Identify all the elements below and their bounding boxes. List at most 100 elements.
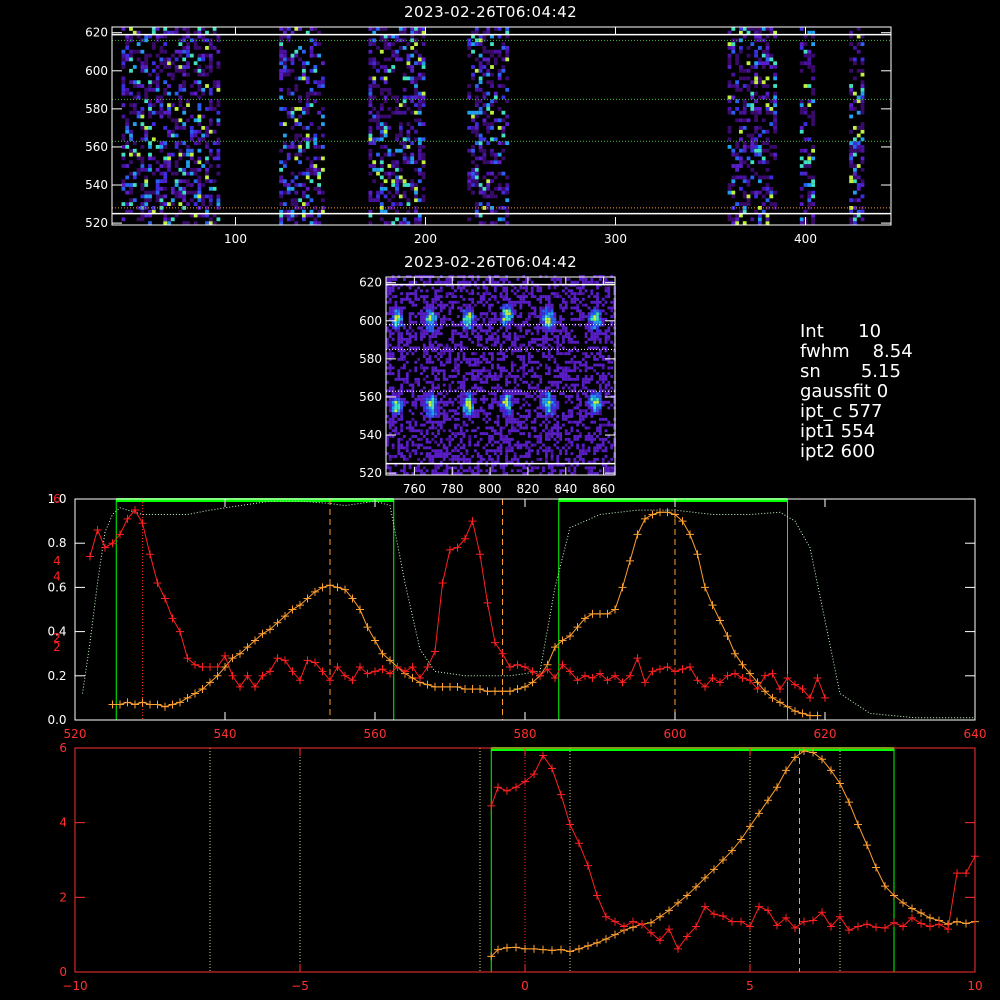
heatmap-cell [497, 107, 502, 111]
heatmap-cell [758, 175, 762, 180]
heatmap-cell [405, 377, 409, 381]
heatmap-cell [493, 320, 497, 324]
heatmap-cell [391, 420, 395, 424]
data-point [528, 667, 537, 676]
heatmap-cell [448, 466, 452, 470]
heatmap-cell [140, 84, 145, 88]
heatmap-cell [556, 329, 560, 333]
heatmap-cell [468, 466, 472, 470]
heatmap-cell [853, 141, 857, 145]
heatmap-cell [163, 65, 168, 69]
heatmap-cell [508, 392, 511, 396]
heatmap-cell [405, 449, 409, 453]
heatmap-cell [431, 426, 435, 430]
heatmap-cell [403, 466, 406, 470]
heatmap-cell [536, 415, 540, 418]
heatmap-cell [567, 446, 571, 450]
heatmap-cell [539, 440, 543, 444]
heatmap-cell [402, 183, 407, 187]
heatmap-cell [811, 122, 815, 126]
heatmap-cell [765, 190, 770, 195]
heatmap-cell [406, 122, 411, 126]
data-point [693, 550, 702, 559]
heatmap-cell [406, 145, 411, 149]
heatmap-cell [279, 49, 283, 54]
heatmap-cell [457, 400, 460, 404]
heatmap-cell [476, 357, 480, 361]
heatmap-cell [368, 95, 373, 100]
heatmap-cell [448, 400, 452, 404]
heatmap-cell [799, 107, 804, 111]
heatmap-cell [468, 326, 472, 330]
heatmap-cell [431, 309, 435, 313]
heatmap-cell [286, 72, 291, 77]
heatmap-cell [414, 292, 418, 296]
heatmap-cell [556, 420, 560, 424]
heatmap-cell [508, 395, 511, 398]
heatmap-cell [391, 397, 395, 401]
heatmap-cell [545, 409, 548, 413]
heatmap-cell [208, 65, 213, 69]
heatmap-cell [556, 340, 560, 344]
fit-window-box [558, 498, 788, 721]
heatmap-cell [212, 156, 217, 161]
heatmap-cell [550, 397, 554, 401]
heatmap-cell [383, 122, 388, 126]
heatmap-cell [305, 133, 310, 138]
heatmap-cell [205, 221, 209, 225]
data-point [438, 682, 447, 691]
heatmap-cell [530, 449, 534, 453]
heatmap-cell [860, 57, 865, 62]
heatmap-cell [182, 198, 187, 203]
heatmap-cell [482, 186, 487, 191]
heatmap-cell [451, 400, 455, 404]
heatmap-cell [570, 415, 574, 418]
heatmap-cell [491, 352, 494, 356]
heatmap-cell [414, 337, 418, 341]
heatmap-cell [853, 217, 857, 222]
heatmap-cell [421, 57, 426, 62]
heatmap-cell [216, 202, 221, 206]
heatmap-cell [408, 420, 412, 424]
heatmap-cell [559, 332, 562, 336]
heatmap-cell [167, 164, 171, 168]
heatmap-cell [522, 372, 526, 376]
heatmap-cell [499, 343, 503, 347]
heatmap-cell [425, 455, 429, 458]
heatmap-cell [559, 306, 562, 310]
heatmap-cell [556, 432, 560, 436]
heatmap-cell [471, 377, 474, 381]
heatmap-cell [491, 375, 494, 378]
heatmap-cell [144, 133, 149, 138]
heatmap-cell [283, 133, 287, 138]
heatmap-cell [414, 95, 418, 100]
heatmap-cell [735, 156, 739, 161]
heatmap-cell [132, 103, 137, 107]
heatmap-cell [488, 412, 491, 416]
heatmap-cell [758, 221, 762, 225]
heatmap-cell [425, 357, 429, 361]
heatmap-cell [189, 171, 194, 176]
heatmap-cell [388, 363, 392, 367]
heatmap-cell [490, 42, 494, 46]
heatmap-cell [420, 429, 423, 433]
heatmap-cell [486, 72, 491, 77]
heatmap-cell [132, 198, 137, 203]
heatmap-cell [485, 452, 489, 456]
heatmap-cell [387, 114, 392, 119]
heatmap-cell [761, 186, 766, 191]
heatmap-cell [148, 198, 152, 203]
heatmap-cell [502, 278, 506, 281]
heatmap-cell [379, 202, 384, 206]
heatmap-cell [530, 360, 534, 364]
heatmap-cell [294, 175, 299, 180]
heatmap-cell [136, 91, 141, 96]
heatmap-cell [497, 141, 502, 145]
heatmap-cell [400, 315, 403, 318]
heatmap-cell [467, 171, 472, 176]
heatmap-cell [486, 91, 491, 96]
heatmap-cell [391, 306, 395, 310]
heatmap-cell [193, 167, 198, 172]
heatmap-cell [510, 420, 514, 424]
heatmap-cell [193, 133, 198, 138]
